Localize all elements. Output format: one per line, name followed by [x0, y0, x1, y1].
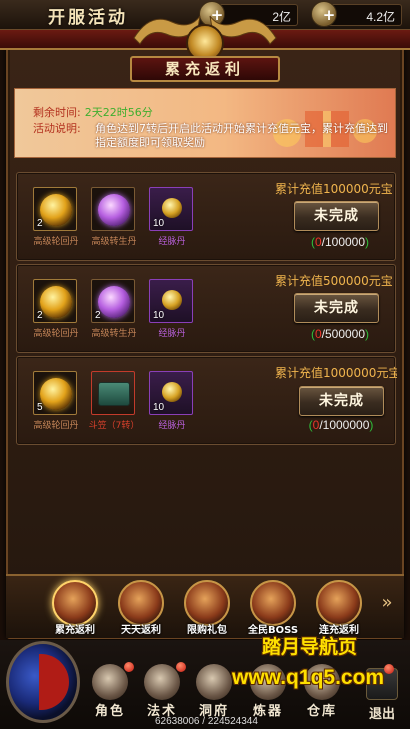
reward-item[interactable]: 高级转生丹 — [91, 187, 137, 247]
progress-total: /500000 — [321, 327, 366, 341]
character-icon — [92, 664, 128, 700]
reward-card: 5 高级轮回丹 斗笠（7转） 10 经脉丹 累计充值1000000元宝 未完成 … — [16, 356, 397, 445]
watermark-title: 踏月导航页 — [262, 636, 358, 658]
watermark-url: www.q1q5.com — [232, 666, 385, 689]
reward-card: 2 高级轮回丹 2 高级转生丹 10 经脉丹 累计充值500000元宝 未完成 … — [16, 264, 396, 353]
activity-desc-row: 活动说明: 角色达到7转后开启此活动开始累计充值元宝，累计充值达到指定额度即可领… — [33, 122, 388, 150]
item-qty: 10 — [153, 402, 165, 413]
recharge-progress: (0/500000) — [310, 327, 370, 341]
item-name: 高级转生丹 — [91, 329, 137, 339]
recharge-progress: (0/100000) — [310, 235, 370, 249]
progress-current: 0 — [314, 235, 322, 249]
tab-recharge-rebate[interactable]: 累充返利 — [46, 578, 104, 636]
limited-gift-icon — [184, 580, 230, 626]
recharge-target: 累计充值100000元宝 — [275, 182, 393, 196]
tab-label: 限购礼包 — [187, 625, 227, 636]
notification-dot-icon — [124, 662, 134, 672]
meridian-pill-icon — [162, 382, 182, 402]
tab-consecutive-rebate[interactable]: 连充返利 — [310, 578, 368, 636]
item-qty: 2 — [95, 310, 101, 321]
action-label: 退出 — [368, 707, 395, 722]
tab-daily-rebate[interactable]: 天天返利 — [112, 578, 170, 636]
yin-yang-icon[interactable] — [6, 641, 80, 723]
reward-item[interactable]: 5 高级轮回丹 — [33, 371, 79, 431]
item-qty: 2 — [37, 218, 43, 229]
activity-tab-bar: 累充返利 天天返利 限购礼包 全民BOSS 连充返利 » — [6, 574, 404, 638]
gold-orb-icon — [40, 378, 72, 410]
item-name: 斗笠（7转） — [88, 421, 140, 431]
claim-button[interactable]: 未完成 — [294, 293, 379, 323]
gold-resource[interactable]: + 4.2亿 — [311, 1, 402, 27]
tab-label: 天天返利 — [121, 625, 161, 636]
action-label: 仓库 — [306, 704, 337, 719]
item-name: 高级轮回丹 — [33, 421, 79, 431]
remaining-time-value: 2天22时56分 — [84, 106, 153, 119]
recharge-target: 累计充值500000元宝 — [275, 274, 393, 288]
double-chevron-right-icon[interactable]: » — [376, 592, 398, 614]
gold-orb-icon — [40, 286, 72, 318]
item-qty: 10 — [153, 218, 165, 229]
gold-value: 4.2亿 — [366, 10, 395, 24]
panel-title-banner: 累充返利 — [130, 56, 280, 82]
spell-button[interactable]: 法术 — [138, 664, 186, 720]
reward-item[interactable]: 10 经脉丹 — [149, 371, 195, 431]
claim-button[interactable]: 未完成 — [294, 201, 379, 231]
spell-icon — [144, 664, 180, 700]
chest-icon — [98, 382, 130, 406]
activity-desc-text: 角色达到7转后开启此活动开始累计充值元宝，累计充值达到指定额度即可领取奖励 — [95, 122, 388, 149]
recharge-rebate-icon — [52, 580, 98, 626]
consecutive-rebate-icon — [316, 580, 362, 626]
reward-card: 2 高级轮回丹 高级转生丹 10 经脉丹 累计充值100000元宝 未完成 (0… — [16, 172, 396, 261]
item-name: 高级转生丹 — [91, 237, 137, 247]
item-name: 经脉丹 — [158, 237, 186, 247]
reward-item[interactable]: 斗笠（7转） — [89, 371, 139, 431]
tab-world-boss[interactable]: 全民BOSS — [244, 578, 302, 636]
experience-readout: 62638006 / 224524344 — [155, 716, 258, 727]
item-qty: 2 — [37, 310, 43, 321]
meridian-pill-icon — [162, 290, 182, 310]
progress-total: /100000 — [321, 235, 366, 249]
notification-dot-icon — [384, 664, 394, 674]
action-label: 角色 — [94, 704, 125, 719]
tab-limited-gift[interactable]: 限购礼包 — [178, 578, 236, 636]
item-qty: 5 — [37, 402, 43, 413]
reward-item[interactable]: 2 高级轮回丹 — [33, 187, 79, 247]
add-gold-icon[interactable]: + — [321, 8, 337, 24]
item-qty: 10 — [153, 310, 165, 321]
tab-label: 累充返利 — [55, 625, 95, 636]
remaining-time-row: 剩余时间: 2天22时56分 — [33, 106, 153, 120]
reward-item[interactable]: 2 高级轮回丹 — [33, 279, 79, 339]
remaining-time-label: 剩余时间: — [33, 106, 81, 119]
gold-orb-icon — [40, 194, 72, 226]
world-boss-icon — [250, 580, 296, 626]
activity-desc-label: 活动说明: — [33, 122, 81, 135]
cave-button[interactable]: 洞府 — [190, 664, 238, 720]
purple-orb-icon — [98, 286, 130, 318]
recharge-progress: (0/1000000) — [308, 418, 374, 432]
reward-item[interactable]: 2 高级转生丹 — [91, 279, 137, 339]
panel-title: 累充返利 — [164, 60, 245, 78]
reward-item[interactable]: 10 经脉丹 — [149, 187, 195, 247]
meridian-pill-icon — [162, 198, 182, 218]
character-button[interactable]: 角色 — [86, 664, 134, 720]
item-name: 高级轮回丹 — [33, 237, 79, 247]
progress-total: /1000000 — [319, 418, 370, 432]
event-title: 开服活动 — [48, 8, 128, 28]
item-name: 高级轮回丹 — [33, 329, 79, 339]
notification-dot-icon — [176, 662, 186, 672]
item-name: 经脉丹 — [158, 421, 186, 431]
purple-orb-icon — [98, 194, 130, 226]
progress-current: 0 — [314, 327, 322, 341]
reward-item[interactable]: 10 经脉丹 — [149, 279, 195, 339]
claim-button[interactable]: 未完成 — [299, 386, 384, 416]
cave-icon — [196, 664, 232, 700]
recharge-target: 累计充值1000000元宝 — [275, 366, 397, 380]
item-name: 经脉丹 — [158, 329, 186, 339]
activity-info-banner: 剩余时间: 2天22时56分 活动说明: 角色达到7转后开启此活动开始累计充值元宝… — [14, 88, 396, 158]
daily-rebate-icon — [118, 580, 164, 626]
